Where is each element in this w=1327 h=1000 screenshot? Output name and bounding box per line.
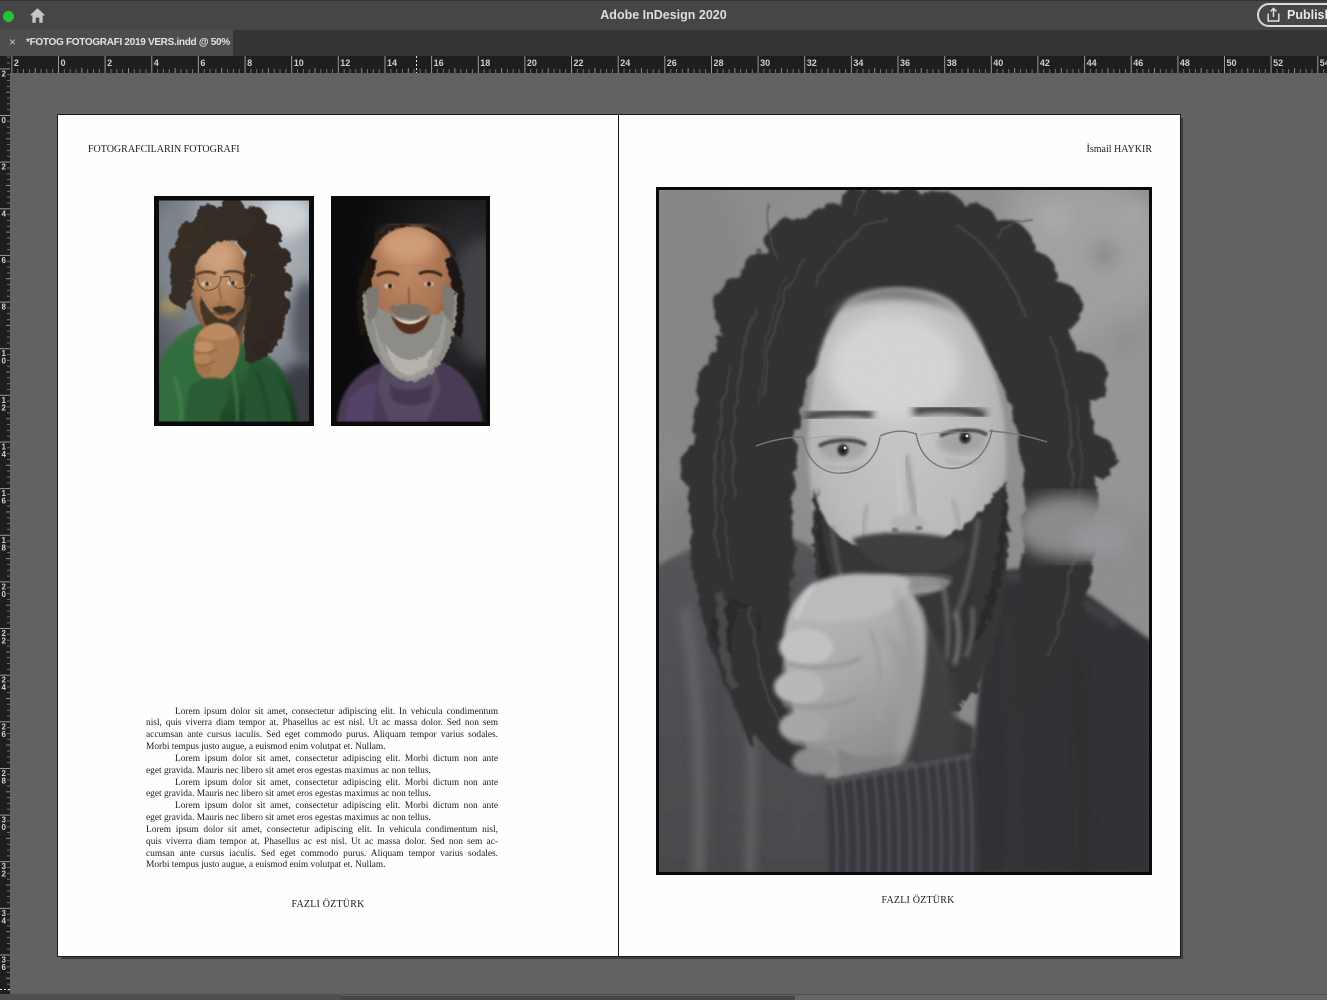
svg-text:6: 6 bbox=[2, 963, 7, 972]
svg-text:36: 36 bbox=[900, 58, 910, 68]
svg-text:2: 2 bbox=[2, 637, 7, 646]
svg-text:2: 2 bbox=[2, 403, 7, 412]
svg-text:2: 2 bbox=[107, 58, 112, 68]
svg-text:8: 8 bbox=[2, 303, 7, 312]
svg-text:34: 34 bbox=[853, 58, 863, 68]
svg-text:4: 4 bbox=[2, 209, 7, 218]
svg-text:4: 4 bbox=[154, 58, 159, 68]
svg-text:6: 6 bbox=[2, 497, 7, 506]
svg-text:8: 8 bbox=[2, 543, 7, 552]
svg-text:50: 50 bbox=[1227, 58, 1237, 68]
svg-text:6: 6 bbox=[2, 256, 7, 265]
svg-text:0: 0 bbox=[2, 116, 7, 125]
svg-text:18: 18 bbox=[480, 58, 490, 68]
svg-text:26: 26 bbox=[667, 58, 677, 68]
svg-text:8: 8 bbox=[2, 777, 7, 786]
svg-text:0: 0 bbox=[2, 823, 7, 832]
svg-text:14: 14 bbox=[387, 58, 397, 68]
svg-text:0: 0 bbox=[61, 58, 66, 68]
svg-text:22: 22 bbox=[574, 58, 584, 68]
svg-text:16: 16 bbox=[434, 58, 444, 68]
svg-text:44: 44 bbox=[1087, 58, 1097, 68]
svg-text:20: 20 bbox=[527, 58, 537, 68]
svg-text:10: 10 bbox=[294, 58, 304, 68]
svg-text:38: 38 bbox=[947, 58, 957, 68]
svg-text:32: 32 bbox=[807, 58, 817, 68]
svg-text:30: 30 bbox=[760, 58, 770, 68]
svg-text:42: 42 bbox=[1040, 58, 1050, 68]
svg-text:6: 6 bbox=[200, 58, 205, 68]
svg-text:2: 2 bbox=[2, 870, 7, 879]
svg-text:0: 0 bbox=[2, 590, 7, 599]
svg-text:4: 4 bbox=[2, 683, 7, 692]
svg-text:40: 40 bbox=[993, 58, 1003, 68]
svg-text:4: 4 bbox=[2, 916, 7, 925]
svg-text:0: 0 bbox=[2, 357, 7, 366]
svg-text:46: 46 bbox=[1133, 58, 1143, 68]
svg-text:52: 52 bbox=[1273, 58, 1283, 68]
svg-text:2: 2 bbox=[2, 69, 7, 78]
svg-text:28: 28 bbox=[714, 58, 724, 68]
svg-text:12: 12 bbox=[340, 58, 350, 68]
svg-text:8: 8 bbox=[247, 58, 252, 68]
svg-text:24: 24 bbox=[620, 58, 630, 68]
svg-text:4: 4 bbox=[2, 450, 7, 459]
svg-text:2: 2 bbox=[14, 58, 19, 68]
svg-text:48: 48 bbox=[1180, 58, 1190, 68]
svg-text:54: 54 bbox=[1320, 58, 1327, 68]
svg-text:6: 6 bbox=[2, 730, 7, 739]
svg-text:2: 2 bbox=[2, 163, 7, 172]
